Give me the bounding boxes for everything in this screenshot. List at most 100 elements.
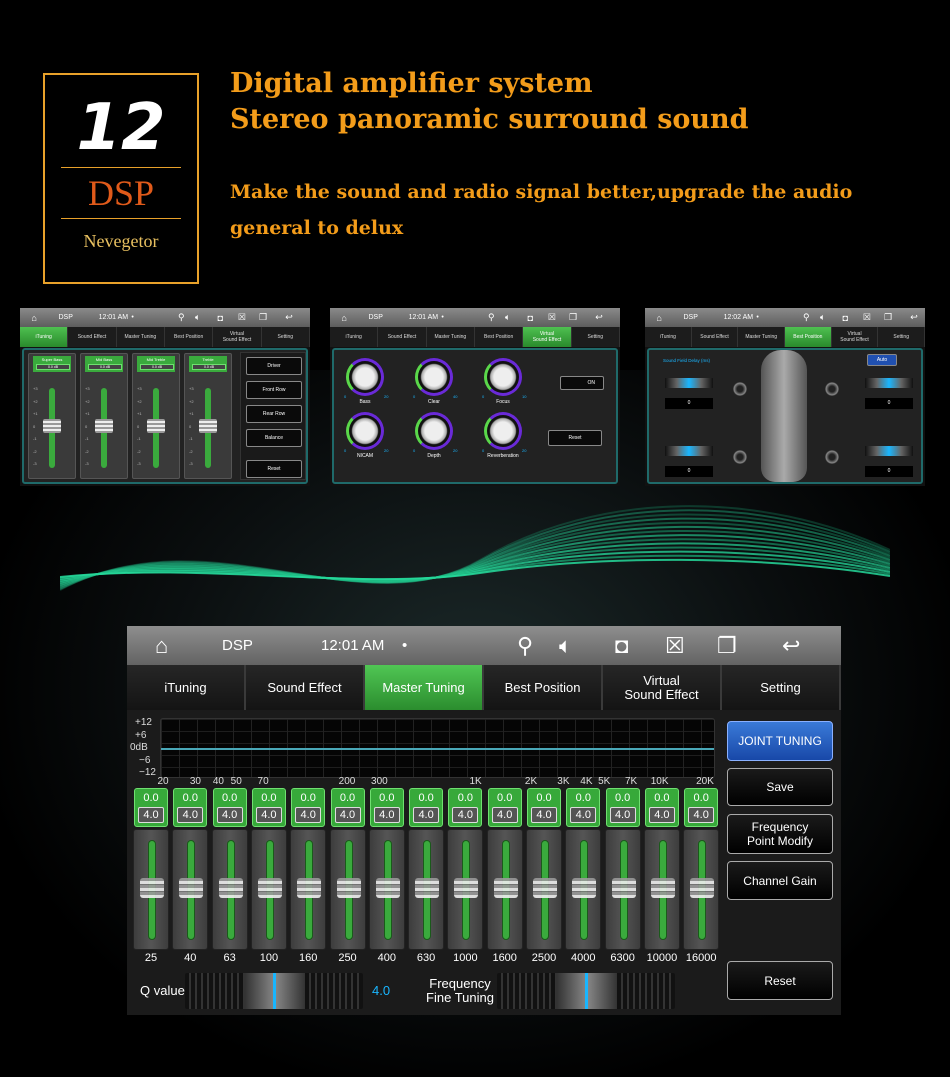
slider-knob[interactable] <box>690 878 715 898</box>
recent-apps-icon[interactable]: ❐ <box>569 308 577 327</box>
slider-knob[interactable] <box>493 878 518 898</box>
tab-best-position[interactable]: Best Position <box>475 327 524 347</box>
band-slider[interactable] <box>526 829 562 950</box>
tab-virtual-sound-effect[interactable]: Virtual Sound Effect <box>832 327 879 347</box>
tab-setting[interactable]: Setting <box>572 327 620 347</box>
band-slider[interactable] <box>133 829 169 950</box>
band-slider[interactable] <box>250 829 287 950</box>
band-slider[interactable] <box>683 829 720 950</box>
band-value-box[interactable]: 0.0 4.0 <box>291 788 326 827</box>
reset-button[interactable]: Reset <box>246 460 302 478</box>
home-icon[interactable]: ⌂ <box>341 308 346 327</box>
slider-knob[interactable] <box>140 878 164 898</box>
band-slider[interactable] <box>643 829 680 950</box>
screenshot-icon[interactable]: ◘ <box>218 308 223 327</box>
slider-knob[interactable] <box>199 419 217 433</box>
delay-slider[interactable] <box>865 446 913 456</box>
band-slider[interactable] <box>447 829 484 950</box>
band-value-box[interactable]: 0.0 4.0 <box>369 788 404 827</box>
band-value-box[interactable]: 0.0 4.0 <box>212 788 247 827</box>
band-value-box[interactable]: 0.0 4.0 <box>605 788 640 827</box>
front-row-button[interactable]: Front Row <box>246 381 302 399</box>
slider-knob[interactable] <box>95 419 113 433</box>
slider-knob[interactable] <box>43 419 61 433</box>
knob-depth[interactable] <box>415 412 453 450</box>
volume-icon[interactable]: 🔈︎ <box>505 308 510 327</box>
delay-slider[interactable] <box>865 378 913 388</box>
band-slider[interactable] <box>408 829 445 950</box>
band-slider[interactable] <box>172 829 209 950</box>
slider-knob[interactable] <box>611 878 636 898</box>
close-window-icon[interactable]: ☒ <box>238 308 246 327</box>
band-value-box[interactable]: 0.0 4.0 <box>448 788 483 827</box>
band-slider[interactable] <box>211 829 248 950</box>
location-icon[interactable]: ⚲ <box>178 308 185 327</box>
recent-apps-icon[interactable]: ❐ <box>259 308 267 327</box>
tab-sound-effect[interactable]: Sound Effect <box>68 327 117 347</box>
band-value-box[interactable]: 0.0 4.0 <box>251 788 286 827</box>
back-icon[interactable]: ↩ <box>595 308 603 327</box>
q-value-slider[interactable] <box>185 973 363 1009</box>
recent-apps-icon[interactable]: ❐ <box>884 308 892 327</box>
slider-knob[interactable] <box>650 878 675 898</box>
home-icon[interactable]: ⌂ <box>31 308 36 327</box>
slider-knob[interactable] <box>257 878 282 898</box>
band-slider[interactable] <box>290 829 327 950</box>
tab-master-tuning[interactable]: Master Tuning <box>427 327 475 347</box>
band-value-box[interactable]: 0.0 4.0 <box>330 788 365 827</box>
volume-icon[interactable]: 🔈︎ <box>195 308 200 327</box>
knob-clear[interactable] <box>415 358 453 396</box>
slider-knob[interactable] <box>375 878 400 898</box>
auto-button[interactable]: Auto <box>867 354 897 366</box>
tab-virtual-sound-effect[interactable]: Virtual Sound Effect <box>213 327 262 347</box>
reset-button[interactable]: Reset <box>548 430 602 446</box>
slider-knob[interactable] <box>297 878 322 898</box>
delay-slider[interactable] <box>665 446 713 456</box>
tab-setting[interactable]: Setting <box>878 327 925 347</box>
screenshot-icon[interactable]: ◘ <box>528 308 533 327</box>
band-value-box[interactable]: 0.0 4.0 <box>134 788 168 827</box>
band-value-box[interactable]: 0.0 4.0 <box>173 788 208 827</box>
tab-sound-effect[interactable]: Sound Effect <box>692 327 739 347</box>
slider-knob[interactable] <box>218 878 243 898</box>
band-value-box[interactable]: 0.0 4.0 <box>527 788 561 827</box>
slider-knob[interactable] <box>533 878 557 898</box>
knob-reverberation[interactable] <box>484 412 522 450</box>
back-icon[interactable]: ↩ <box>910 308 918 327</box>
tab-best-position[interactable]: Best Position <box>785 327 832 347</box>
band-slider[interactable] <box>486 829 523 950</box>
frequency-point-modify-button[interactable]: Frequency Point Modify <box>727 814 833 854</box>
slider-knob[interactable] <box>147 419 165 433</box>
close-window-icon[interactable]: ☒ <box>548 308 556 327</box>
band-slider[interactable] <box>329 829 366 950</box>
tab-setting[interactable]: Setting <box>262 327 310 347</box>
slider-knob[interactable] <box>572 878 597 898</box>
on-toggle[interactable]: ON <box>560 376 604 390</box>
joint-tuning-button[interactable]: JOINT TUNING <box>727 721 833 761</box>
location-icon[interactable]: ⚲ <box>803 308 810 327</box>
delay-slider[interactable] <box>665 378 713 388</box>
knob-focus[interactable] <box>484 358 522 396</box>
band-slider[interactable] <box>604 829 641 950</box>
band-slider[interactable] <box>368 829 405 950</box>
tab-best-position[interactable]: Best Position <box>165 327 214 347</box>
band-value-box[interactable]: 0.0 4.0 <box>566 788 601 827</box>
tab-ituning[interactable]: iTuning <box>20 327 69 347</box>
close-window-icon[interactable]: ☒ <box>863 308 871 327</box>
tab-ituning[interactable]: iTuning <box>645 327 692 347</box>
tab-ituning[interactable]: iTuning <box>330 327 379 347</box>
fine-tuning-slider[interactable] <box>497 973 675 1009</box>
knob-nicam[interactable] <box>346 412 384 450</box>
slider-knob[interactable] <box>336 878 361 898</box>
screenshot-icon[interactable]: ◘ <box>843 308 848 327</box>
band-value-box[interactable]: 0.0 4.0 <box>644 788 679 827</box>
slider-knob[interactable] <box>415 878 440 898</box>
rear-row-button[interactable]: Rear Row <box>246 405 302 423</box>
driver-button[interactable]: Driver <box>246 357 302 375</box>
volume-icon[interactable]: 🔈︎ <box>820 308 825 327</box>
balance-button[interactable]: Balance <box>246 429 302 447</box>
band-slider[interactable] <box>565 829 602 950</box>
knob-bass[interactable] <box>346 358 384 396</box>
reset-button[interactable]: Reset <box>727 961 833 1000</box>
back-icon[interactable]: ↩ <box>285 308 293 327</box>
